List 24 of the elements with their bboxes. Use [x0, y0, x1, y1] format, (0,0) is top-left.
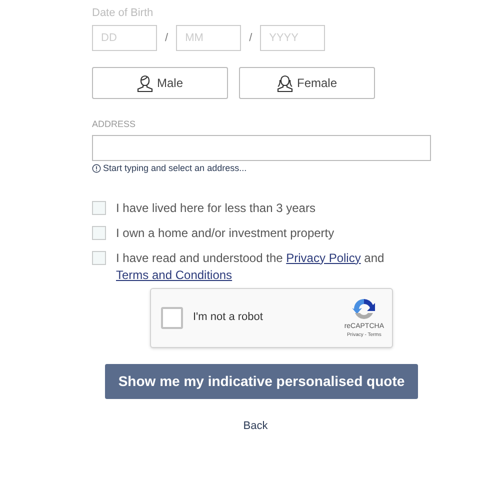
- checkbox-label: I own a home and/or investment property: [116, 224, 334, 242]
- female-icon: [276, 74, 293, 92]
- recaptcha-logo-icon: [351, 296, 378, 322]
- gender-button[interactable]: Female: [239, 67, 375, 99]
- captcha-checkbox[interactable]: [161, 306, 183, 328]
- checkbox[interactable]: [92, 200, 106, 214]
- separator: /: [248, 30, 254, 46]
- checkbox-label: I have read and understood the Privacy Policy and Terms and Conditions: [116, 250, 386, 284]
- info-icon: [92, 164, 101, 174]
- checkbox[interactable]: [92, 250, 106, 264]
- field-label: Date of Birth: [92, 6, 154, 20]
- back-link[interactable]: Back: [243, 418, 268, 434]
- gender-button[interactable]: Male: [92, 67, 228, 99]
- address-field[interactable]: [92, 135, 431, 161]
- address-hint: Start typing and select an address...: [103, 162, 247, 175]
- male-icon: [136, 74, 153, 92]
- link[interactable]: Privacy Policy: [286, 250, 361, 264]
- checkbox-label: I have lived here for less than 3 years: [116, 200, 316, 216]
- captcha-label: I'm not a robot: [193, 310, 264, 326]
- checkbox[interactable]: [92, 226, 106, 240]
- link[interactable]: Terms and Conditions: [116, 268, 232, 282]
- submit-button[interactable]: Show me my indicative personalised quote: [105, 364, 418, 398]
- separator: /: [164, 30, 170, 46]
- field-label: ADDRESS: [92, 118, 137, 130]
